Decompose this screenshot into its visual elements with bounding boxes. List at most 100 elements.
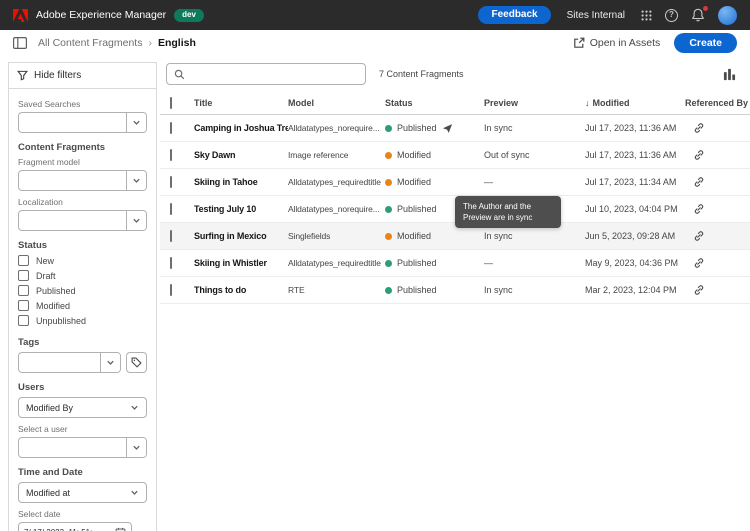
chevron-down-icon[interactable] (126, 171, 146, 190)
chevron-down-icon[interactable] (100, 353, 120, 372)
row-checkbox[interactable] (170, 149, 172, 161)
chevron-down-icon[interactable] (126, 438, 146, 457)
apps-grid-icon (641, 10, 652, 21)
create-button[interactable]: Create (674, 33, 737, 53)
status-label: Published (397, 123, 437, 133)
calendar-icon[interactable] (115, 527, 126, 531)
checkbox[interactable] (18, 315, 29, 326)
row-checkbox[interactable] (170, 284, 172, 296)
table-row[interactable]: Surfing in Mexico Singlefields Modified … (160, 223, 750, 250)
row-checkbox[interactable] (170, 122, 172, 134)
table-row[interactable]: Skiing in Tahoe Alldatatypes_requiredtit… (160, 169, 750, 196)
tag-picker-button[interactable] (126, 352, 147, 373)
fragment-model-dropdown[interactable] (18, 170, 147, 191)
tag-icon (131, 357, 142, 368)
preview-sync-tooltip: The Author and the Preview are in sync (455, 196, 561, 229)
breadcrumb-all-content-fragments[interactable]: All Content Fragments (38, 37, 142, 49)
user-dropdown[interactable] (18, 437, 147, 458)
column-header-status[interactable]: Status (385, 98, 484, 108)
column-settings-button[interactable] (723, 68, 736, 81)
modified-by-select[interactable]: Modified By (18, 397, 147, 418)
table-row[interactable]: Skiing in Whistler Alldatatypes_required… (160, 250, 750, 277)
status-label: Modified (397, 231, 432, 241)
fragment-title[interactable]: Skiing in Tahoe (194, 177, 288, 187)
fragment-modified: Jul 17, 2023, 11:36 AM (585, 150, 677, 160)
open-in-assets-button[interactable]: Open in Assets (573, 37, 660, 49)
status-filter-draft[interactable]: Draft (18, 268, 147, 283)
tags-filter-row (18, 352, 147, 373)
feedback-button[interactable]: Feedback (478, 6, 551, 24)
tags-section-label: Tags (18, 337, 40, 348)
referenced-by-link-button[interactable] (693, 230, 705, 242)
row-checkbox[interactable] (170, 257, 172, 269)
fragment-status: Modified (385, 177, 484, 187)
row-checkbox[interactable] (170, 176, 172, 188)
subnav-actions: Open in Assets Create (573, 33, 737, 53)
toggle-rail-button[interactable] (13, 37, 27, 49)
referenced-by-link-button[interactable] (693, 203, 705, 215)
referenced-by-link-button[interactable] (693, 284, 705, 296)
status-label: Published (397, 258, 437, 268)
notifications-button[interactable] (691, 5, 709, 22)
column-header-model[interactable]: Model (288, 98, 385, 108)
checkbox[interactable] (18, 300, 29, 311)
status-filter-modified[interactable]: Modified (18, 298, 147, 313)
chevron-down-icon[interactable] (126, 113, 146, 132)
fragment-title[interactable]: Camping in Joshua Tree (194, 123, 288, 133)
fragment-status: Published (385, 285, 484, 295)
sort-descending-icon: ↓ (585, 98, 590, 108)
table-row[interactable]: Things to do RTE Published In sync Mar 2… (160, 277, 750, 304)
column-header-referenced-by[interactable]: Referenced By (685, 98, 750, 108)
app-switcher-button[interactable] (641, 10, 652, 21)
modified-by-value: Modified By (26, 402, 74, 413)
fragment-title[interactable]: Testing July 10 (194, 204, 288, 214)
saved-searches-dropdown[interactable] (18, 112, 147, 133)
fragment-status: Published (385, 123, 484, 134)
referenced-by-cell (685, 257, 750, 269)
fragment-modified: Jul 17, 2023, 11:34 AM (585, 177, 677, 187)
referenced-by-cell (685, 203, 750, 215)
select-all-checkbox[interactable] (170, 97, 172, 109)
fragment-title[interactable]: Surfing in Mexico (194, 231, 288, 241)
column-header-preview[interactable]: Preview (484, 98, 585, 108)
status-filter-unpublished[interactable]: Unpublished (18, 313, 147, 328)
checkbox[interactable] (18, 285, 29, 296)
referenced-by-link-button[interactable] (693, 176, 705, 188)
localization-dropdown[interactable] (18, 210, 147, 231)
search-box[interactable] (166, 63, 366, 85)
checkbox[interactable] (18, 270, 29, 281)
column-header-modified[interactable]: ↓ Modified (585, 98, 685, 108)
adobe-logo-icon (13, 8, 28, 22)
fragment-model: Singlefields (288, 231, 331, 241)
fragment-preview: — (484, 258, 493, 268)
fragment-title[interactable]: Sky Dawn (194, 150, 288, 160)
fragment-model: Image reference (288, 150, 349, 160)
checkbox[interactable] (18, 255, 29, 266)
fragment-model: RTE (288, 285, 305, 295)
fragment-title[interactable]: Things to do (194, 285, 288, 295)
status-option-label: Unpublished (36, 315, 87, 326)
fragment-title[interactable]: Skiing in Whistler (194, 258, 288, 268)
referenced-by-link-button[interactable] (693, 257, 705, 269)
date-time-input[interactable]: 7/ 17/ 2023, 11: 51: (18, 522, 132, 531)
row-checkbox[interactable] (170, 230, 172, 242)
status-filter-new[interactable]: New (18, 253, 147, 268)
chevron-down-icon[interactable] (126, 211, 146, 230)
main-content: 7 Content Fragments Title Model Status P… (160, 55, 750, 531)
table-row[interactable]: Camping in Joshua Tree Alldatatypes_nore… (160, 115, 750, 142)
fragment-preview: In sync (484, 123, 513, 133)
row-checkbox[interactable] (170, 203, 172, 215)
referenced-by-link-button[interactable] (693, 149, 705, 161)
status-filter-published[interactable]: Published (18, 283, 147, 298)
column-header-title[interactable]: Title (194, 98, 288, 108)
fragment-modified: Jul 10, 2023, 04:04 PM (585, 204, 678, 214)
tags-dropdown[interactable] (18, 352, 121, 373)
hide-filters-button[interactable]: Hide filters (9, 63, 156, 89)
help-button[interactable]: ? (665, 8, 678, 22)
search-input[interactable] (191, 69, 358, 79)
referenced-by-link-button[interactable] (693, 122, 705, 134)
table-row[interactable]: Sky Dawn Image reference Modified Out of… (160, 142, 750, 169)
modified-at-select[interactable]: Modified at (18, 482, 147, 503)
user-avatar[interactable] (718, 5, 737, 25)
fragment-modified: Jun 5, 2023, 09:28 AM (585, 231, 676, 241)
